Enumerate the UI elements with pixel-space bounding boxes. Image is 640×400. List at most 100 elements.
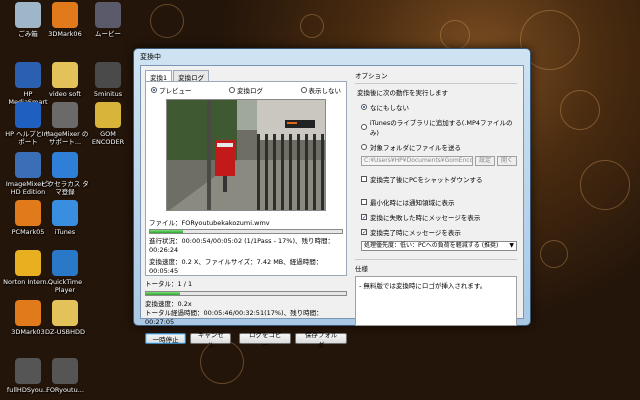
imagemixer-icon bbox=[15, 152, 41, 178]
progress-status: 進行状況：00:00:54/00:05:02 (1/1Pass - 17%)、残… bbox=[149, 237, 334, 254]
desktop-icon[interactable]: 5minitus bbox=[83, 62, 133, 98]
chevron-down-icon: ▼ bbox=[509, 242, 514, 249]
checkmark-icon: ✓ bbox=[361, 214, 368, 221]
desktop-icon-label: QuickTime Player bbox=[47, 278, 83, 294]
video-preview bbox=[166, 99, 326, 211]
shutdown-checkbox[interactable]: 変換完了後にPCをシャットダウンする bbox=[361, 174, 517, 184]
ie-icon bbox=[52, 152, 78, 178]
file-progress-fill bbox=[150, 230, 183, 233]
checkbox-label: 変換完了後にPCをシャットダウンする bbox=[370, 176, 483, 184]
desktop-icon-label: 5minitus bbox=[93, 90, 123, 98]
desktop-icon[interactable]: ピクセラカス タマ登録 bbox=[40, 152, 90, 196]
after-action-send-folder[interactable]: 対象フォルダにファイルを送る bbox=[361, 142, 517, 152]
preview-frame-image bbox=[167, 100, 325, 210]
wallpaper-bubble bbox=[540, 240, 568, 268]
quicktime-icon bbox=[52, 250, 78, 276]
checkbox-icon bbox=[361, 199, 367, 205]
folder-path-row: C:¥Users¥HP¥Documents¥GomEncoder¥ 設定 開く bbox=[361, 156, 517, 166]
view-option-log[interactable]: 変換ログ bbox=[229, 85, 263, 95]
checkbox-label: 変換に失敗した時にメッセージを表示 bbox=[370, 214, 481, 222]
desktop-icon-label: FORyoutu... bbox=[46, 386, 84, 394]
window-client: 変換1 変換ログ プレビュー 変換ログ 表示しない ファイル：FORyoutub… bbox=[140, 65, 524, 349]
folder-path-input[interactable]: C:¥Users¥HP¥Documents¥GomEncoder¥ bbox=[361, 156, 473, 166]
after-action-itunes[interactable]: iTunesのライブラリに追加する(.MP4ファイルのみ) bbox=[361, 117, 517, 137]
spec-title: 仕様 bbox=[355, 265, 368, 273]
desktop-icon[interactable]: FORyoutu... bbox=[40, 358, 90, 394]
gom-encoder-icon bbox=[95, 102, 121, 128]
checkbox-label: 最小化時には通知領域に表示 bbox=[370, 199, 455, 207]
complete-message-checkbox[interactable]: ✓ 変換完了時にメッセージを表示 bbox=[361, 227, 517, 237]
imagemixer-icon bbox=[52, 102, 78, 128]
fail-message-checkbox[interactable]: ✓ 変換に失敗した時にメッセージを表示 bbox=[361, 212, 517, 222]
wallpaper-bubble bbox=[150, 4, 184, 38]
3dmark-icon bbox=[15, 300, 41, 326]
pcmark-icon bbox=[15, 200, 41, 226]
action-buttons: 一時停止 キャンセル ログをコピー 保存フォルダ bbox=[145, 331, 347, 349]
wallpaper-bubble bbox=[300, 14, 324, 38]
path-settings-button[interactable]: 設定 bbox=[474, 156, 495, 166]
desktop-icon[interactable]: iTunes bbox=[40, 200, 90, 236]
options-group: 変換後に次の動作を実行します なにもしない iTunesのライブラリに追加する(… bbox=[355, 83, 517, 251]
checkmark-icon: ✓ bbox=[361, 229, 368, 236]
movie-icon bbox=[95, 2, 121, 28]
options-title: オプション bbox=[355, 72, 388, 80]
total-progress-bar bbox=[145, 291, 347, 296]
priority-select[interactable]: 処理優先度：低い：PCへの負荷を軽減する (推奨) ▼ bbox=[361, 241, 517, 251]
desktop-icon[interactable]: ムービー bbox=[83, 2, 133, 38]
itunes-icon bbox=[52, 200, 78, 226]
priority-value: 処理優先度：低い：PCへの負荷を軽減する (推奨) bbox=[364, 242, 499, 249]
folder-icon bbox=[52, 62, 78, 88]
desktop-icon-label: GOM ENCODER bbox=[91, 130, 125, 146]
help-icon bbox=[15, 102, 41, 128]
desktop-icon-label: iTunes bbox=[54, 228, 76, 236]
file-progress-bar bbox=[149, 229, 343, 234]
spec-text: - 無料版では変換時にロゴが挿入されます。 bbox=[355, 276, 517, 326]
radio-icon bbox=[361, 144, 367, 150]
view-option-label: 表示しない bbox=[308, 87, 342, 95]
tab-convert1[interactable]: 変換1 bbox=[145, 70, 173, 82]
checkbox-label: 変換完了時にメッセージを表示 bbox=[370, 229, 461, 237]
radio-icon bbox=[151, 87, 157, 93]
radio-icon bbox=[229, 87, 235, 93]
app-icon bbox=[95, 62, 121, 88]
recycle-bin-icon bbox=[15, 2, 41, 28]
radio-icon bbox=[300, 87, 307, 93]
save-folder-button[interactable]: 保存フォルダ bbox=[295, 331, 347, 349]
path-open-button[interactable]: 開く bbox=[496, 156, 517, 166]
radio-label: なにもしない bbox=[370, 104, 409, 112]
tab-content: プレビュー 変換ログ 表示しない ファイル：FORyoutubekakozumi… bbox=[145, 81, 347, 276]
radio-label: iTunesのライブラリに追加する(.MP4ファイルのみ) bbox=[369, 119, 513, 137]
radio-label: 対象フォルダにファイルを送る bbox=[370, 144, 461, 152]
after-action-none[interactable]: なにもしない bbox=[361, 102, 517, 112]
pause-button[interactable]: 一時停止 bbox=[145, 333, 187, 344]
desktop-icon-label: ピクセラカス タマ登録 bbox=[41, 180, 89, 196]
wallpaper-bubble bbox=[560, 90, 600, 130]
norton-icon bbox=[15, 250, 41, 276]
view-option-hide[interactable]: 表示しない bbox=[300, 85, 342, 95]
tab-convert-log[interactable]: 変換ログ bbox=[173, 70, 210, 82]
view-option-preview[interactable]: プレビュー bbox=[151, 85, 192, 95]
encoding-window: 変換中 変換1 変換ログ プレビュー 変換ログ 表示しない ファイル：FORyo… bbox=[133, 48, 531, 349]
desktop-icon[interactable]: DZ-USBHDD bbox=[40, 300, 90, 336]
window-titlebar[interactable]: 変換中 bbox=[134, 49, 530, 64]
3dmark-icon bbox=[52, 2, 78, 28]
cancel-button[interactable]: キャンセル bbox=[190, 331, 232, 349]
total-progress-fill bbox=[146, 292, 180, 295]
minimize-tray-checkbox[interactable]: 最小化時には通知領域に表示 bbox=[361, 197, 517, 207]
radio-icon bbox=[361, 104, 367, 110]
spec-section: 仕様 - 無料版では変換時にロゴが挿入されます。 bbox=[355, 259, 517, 326]
radio-icon bbox=[361, 124, 367, 130]
progress-panel: 変換1 変換ログ プレビュー 変換ログ 表示しない ファイル：FORyoutub… bbox=[145, 70, 347, 349]
tab-bar: 変換1 変換ログ bbox=[145, 70, 347, 82]
desktop-icon-label: ムービー bbox=[95, 30, 121, 38]
copy-log-button[interactable]: ログをコピー bbox=[239, 331, 292, 349]
hp-mediasmart-icon bbox=[15, 62, 41, 88]
desktop-icon[interactable]: GOM ENCODER bbox=[83, 102, 133, 146]
desktop-icon[interactable]: QuickTime Player bbox=[40, 250, 90, 294]
after-action-label: 変換後に次の動作を実行します bbox=[357, 89, 448, 97]
folder-icon bbox=[52, 300, 78, 326]
desktop-icon-label: DZ-USBHDD bbox=[45, 328, 85, 336]
total-label: トータル：1 / 1 bbox=[145, 280, 193, 288]
view-option-label: 変換ログ bbox=[237, 87, 263, 95]
wallpaper-bubble bbox=[580, 160, 630, 210]
